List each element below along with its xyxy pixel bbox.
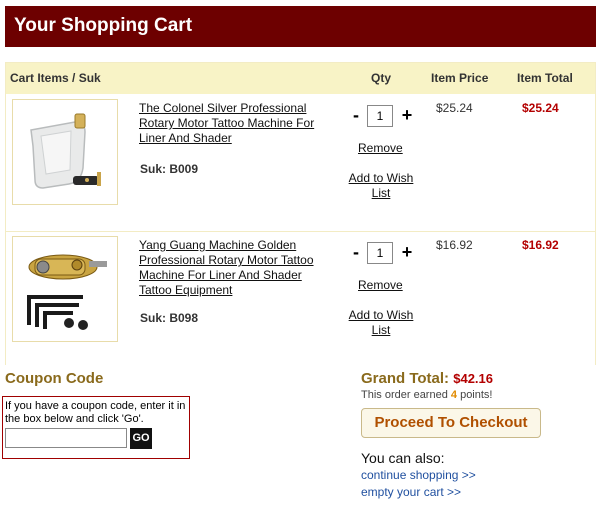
remove-link[interactable]: Remove (358, 141, 403, 156)
grand-total: Grand Total: $42.16 (361, 370, 493, 387)
cart-table: Cart Items / Suk Qty Item Price Item Tot… (5, 62, 596, 367)
increase-qty-button[interactable]: + (400, 241, 414, 263)
item-price: $25.24 (436, 101, 473, 115)
remove-link[interactable]: Remove (358, 278, 403, 293)
coupon-title: Coupon Code (5, 370, 104, 387)
increase-qty-button[interactable]: + (400, 104, 414, 126)
product-image[interactable] (12, 236, 118, 342)
col-total-header: Item Total (517, 71, 573, 85)
add-to-wish-list-link[interactable]: Add to Wish List (346, 308, 416, 338)
item-total: $25.24 (522, 101, 559, 115)
decrease-qty-button[interactable]: - (349, 104, 363, 126)
grand-total-value: $42.16 (453, 371, 493, 386)
grand-total-label: Grand Total: (361, 370, 450, 387)
page-title: Your Shopping Cart (14, 15, 193, 36)
product-image[interactable] (12, 99, 118, 205)
col-qty-header: Qty (371, 71, 392, 85)
points-earned-text: This order earned 4 points! (361, 389, 492, 401)
quantity-input[interactable] (367, 105, 393, 127)
add-to-wish-list-link[interactable]: Add to Wish List (346, 171, 416, 201)
points-earned-suffix: points! (457, 389, 493, 401)
tattoo-machine-silver-icon (13, 100, 117, 204)
quantity-stepper: - + (349, 241, 414, 265)
product-suk: Suk: B009 (140, 162, 199, 176)
coupon-go-button[interactable]: GO (130, 428, 152, 449)
continue-shopping-link[interactable]: continue shopping >> (361, 468, 476, 482)
coupon-instructions: If you have a coupon code, enter it in t… (5, 400, 186, 425)
tattoo-machine-golden-icon (13, 237, 117, 341)
empty-cart-link[interactable]: empty your cart >> (361, 485, 461, 499)
quantity-stepper: - + (349, 104, 414, 128)
coupon-code-input[interactable] (5, 428, 127, 448)
item-total: $16.92 (522, 238, 559, 252)
item-price: $16.92 (436, 238, 473, 252)
table-row: The Colonel Silver Professional Rotary M… (6, 96, 595, 230)
table-header: Cart Items / Suk Qty Item Price Item Tot… (6, 63, 595, 94)
table-row: Yang Guang Machine Golden Professional R… (6, 233, 595, 367)
proceed-to-checkout-button[interactable]: Proceed To Checkout (361, 408, 541, 438)
decrease-qty-button[interactable]: - (349, 241, 363, 263)
you-can-also-label: You can also: (361, 450, 445, 466)
product-name-link[interactable]: The Colonel Silver Professional Rotary M… (139, 101, 329, 146)
product-suk: Suk: B098 (140, 311, 199, 325)
cart-header: Your Shopping Cart (5, 6, 596, 47)
row-divider (6, 231, 595, 232)
col-price-header: Item Price (431, 71, 489, 85)
quantity-input[interactable] (367, 242, 393, 264)
col-items-header: Cart Items / Suk (10, 71, 101, 85)
points-earned-prefix: This order earned (361, 389, 451, 401)
product-name-link[interactable]: Yang Guang Machine Golden Professional R… (139, 238, 329, 298)
coupon-box: If you have a coupon code, enter it in t… (2, 396, 190, 459)
